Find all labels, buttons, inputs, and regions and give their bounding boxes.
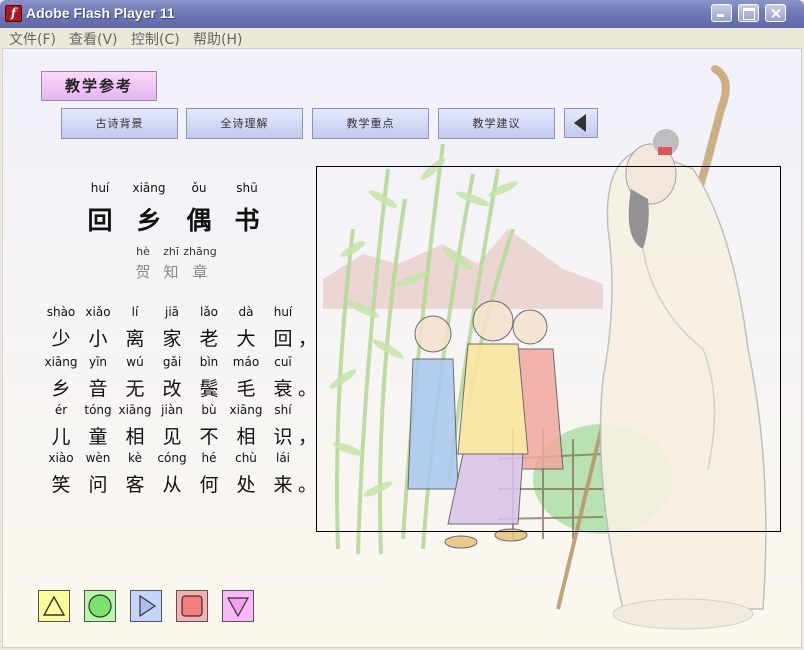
line-character: 相 <box>125 426 145 448</box>
line-character: 家 <box>162 328 182 350</box>
title-character: 偶 <box>186 206 212 235</box>
title-pinyin: shū <box>236 181 258 195</box>
title-pinyin: huí <box>90 181 110 195</box>
line-pinyin: dà <box>238 305 254 319</box>
line-character: 改 <box>162 378 182 400</box>
menu-bar: 文件(F) 查看(V) 控制(C) 帮助(H) <box>0 28 804 48</box>
title-character: 乡 <box>136 206 162 235</box>
triangle-button[interactable] <box>38 590 70 622</box>
line-pinyin: ér <box>54 403 68 417</box>
play-icon <box>139 594 157 618</box>
line-pinyin: yīn <box>88 355 108 369</box>
square-icon <box>181 595 203 617</box>
line-character: 小 <box>88 328 108 350</box>
line-pinyin: cóng <box>157 451 187 465</box>
line-pinyin: wú <box>126 355 144 369</box>
author-pinyin: zhāng <box>183 245 217 258</box>
line-character: 乡 <box>51 378 71 400</box>
line-pinyin: wèn <box>85 451 111 465</box>
back-arrow-button[interactable] <box>564 108 598 138</box>
title-character: 回 <box>87 206 113 235</box>
line-character: 毛 <box>236 378 256 400</box>
line-pinyin: jiàn <box>161 403 183 417</box>
line-character: 客 <box>125 474 145 496</box>
line-character: 从 <box>162 474 182 496</box>
line-pinyin: máo <box>232 355 260 369</box>
line-pinyin: lái <box>275 451 291 465</box>
line-character: 儿 <box>51 426 71 448</box>
line-character: 音 <box>88 378 108 400</box>
line-pinyin: cuī <box>274 355 292 369</box>
animation-frame <box>316 166 781 532</box>
line-character: 衰 <box>273 378 293 400</box>
title-bar: f Adobe Flash Player 11 <box>0 0 804 28</box>
down-triangle-icon <box>226 597 250 618</box>
menu-file[interactable]: 文件(F) <box>9 29 56 49</box>
title-pinyin: ǒu <box>191 181 207 195</box>
line-character: 来 <box>273 474 293 496</box>
line-character: 见 <box>162 426 182 448</box>
line-character: 少 <box>51 328 71 350</box>
triangle-icon <box>42 595 66 616</box>
line-character: 离 <box>125 328 145 350</box>
line-character: 问 <box>88 474 108 496</box>
flash-player-icon: f <box>5 5 22 22</box>
line-pinyin: chù <box>235 451 257 465</box>
maximize-button[interactable] <box>738 4 759 22</box>
square-button[interactable] <box>176 590 208 622</box>
line-pinyin: xiāng <box>118 403 152 417</box>
line-pinyin: xiāng <box>44 355 78 369</box>
line-pinyin: jiā <box>164 305 180 319</box>
line-punctuation: 。 <box>298 474 318 496</box>
circle-icon <box>88 594 112 618</box>
line-pinyin: shào <box>46 305 76 319</box>
menu-help[interactable]: 帮助(H) <box>193 29 242 49</box>
line-pinyin: tóng <box>84 403 112 417</box>
line-character: 大 <box>236 328 256 350</box>
close-button[interactable] <box>765 4 786 22</box>
line-character: 鬓 <box>199 378 219 400</box>
line-pinyin: shí <box>274 403 292 417</box>
line-pinyin: bìn <box>199 355 219 369</box>
line-pinyin: xiǎo <box>85 305 111 319</box>
line-character: 处 <box>236 474 256 496</box>
line-character: 识 <box>273 426 293 448</box>
line-character: 不 <box>199 426 219 448</box>
circle-button[interactable] <box>84 590 116 622</box>
tab-whole-poem-understanding[interactable]: 全诗理解 <box>186 108 303 139</box>
line-character: 回 <box>273 328 293 350</box>
line-character: 何 <box>199 474 219 496</box>
title-pinyin: xiāng <box>132 181 166 195</box>
line-punctuation: 。 <box>298 378 318 400</box>
line-character: 笑 <box>51 474 71 496</box>
menu-view[interactable]: 查看(V) <box>69 29 118 49</box>
line-pinyin: lǎo <box>199 305 219 319</box>
line-pinyin: xiāng <box>229 403 263 417</box>
tab-teaching-focus[interactable]: 教学重点 <box>312 108 429 139</box>
window-title: Adobe Flash Player 11 <box>26 5 175 21</box>
line-character: 童 <box>88 426 108 448</box>
author-character: 章 <box>192 263 208 281</box>
line-pinyin: hé <box>201 451 217 465</box>
title-character: 书 <box>234 206 260 235</box>
line-pinyin: bù <box>201 403 217 417</box>
line-pinyin: xiào <box>48 451 74 465</box>
line-pinyin: kè <box>128 451 142 465</box>
line-character: 相 <box>236 426 256 448</box>
menu-control[interactable]: 控制(C) <box>131 29 180 49</box>
minimize-button[interactable] <box>711 4 732 22</box>
down-triangle-button[interactable] <box>222 590 254 622</box>
line-character: 无 <box>125 378 145 400</box>
play-button[interactable] <box>130 590 162 622</box>
line-pinyin: gǎi <box>162 355 182 369</box>
tab-teaching-suggestions[interactable]: 教学建议 <box>438 108 555 139</box>
line-character: 老 <box>199 328 219 350</box>
line-punctuation: ， <box>298 426 318 448</box>
line-punctuation: ， <box>298 328 318 350</box>
line-pinyin: lí <box>131 305 139 319</box>
line-pinyin: huí <box>273 305 293 319</box>
flash-stage: 教学参考 古诗背景 全诗理解 教学重点 教学建议 huí xiāng ǒu sh… <box>2 48 802 648</box>
tab-ancient-poem-background[interactable]: 古诗背景 <box>61 108 178 139</box>
teaching-reference-button[interactable]: 教学参考 <box>41 71 157 101</box>
